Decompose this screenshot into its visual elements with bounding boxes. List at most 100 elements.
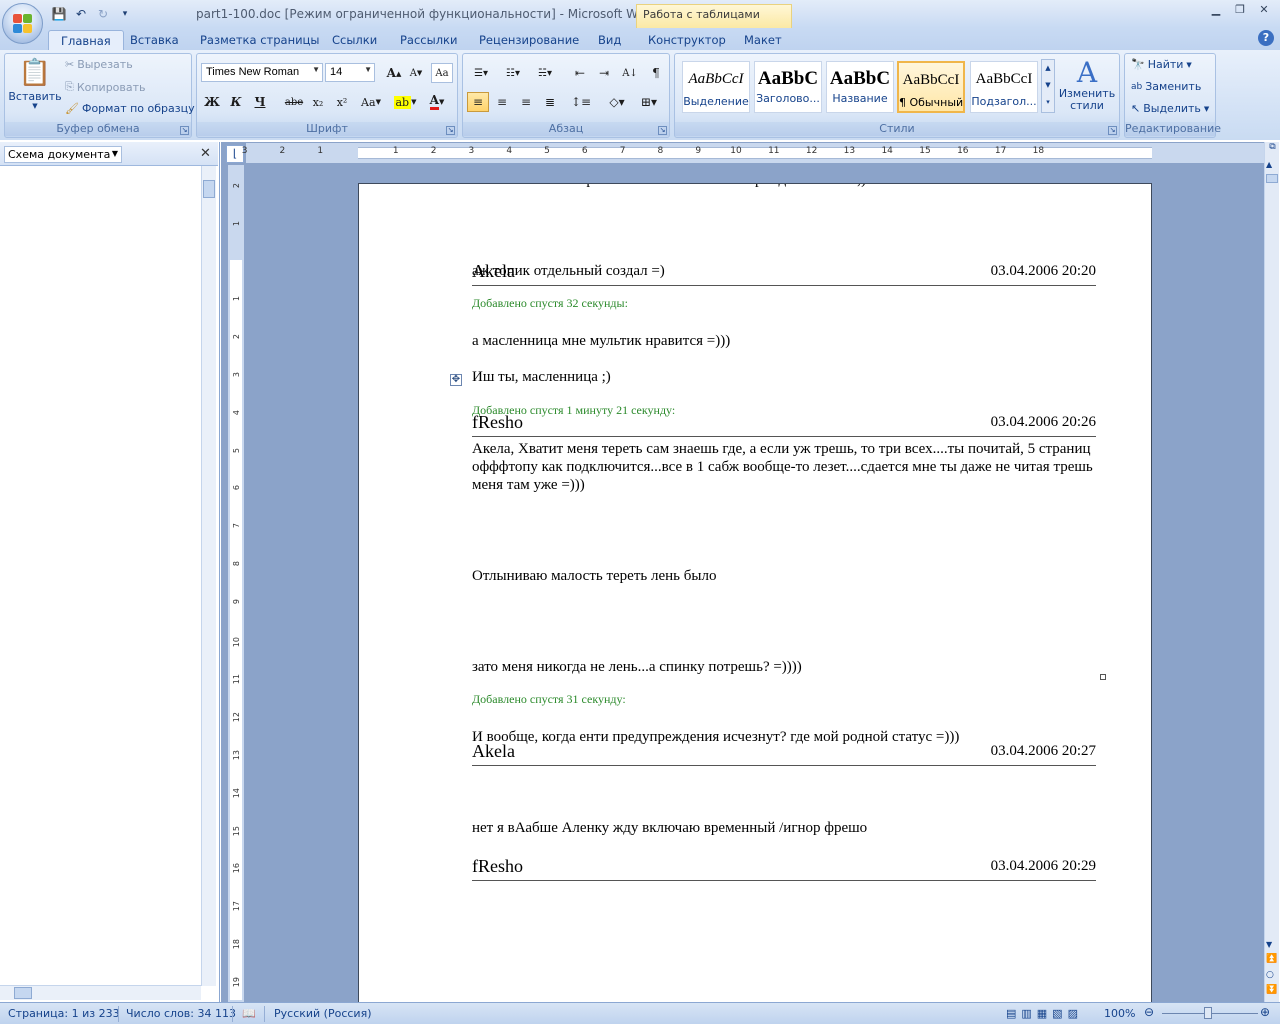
style-title[interactable]: AaBbC Название — [826, 61, 894, 113]
ruler-tick-label: 8 — [657, 146, 664, 156]
ruler-tick-label: 1 — [232, 296, 241, 302]
underline-button[interactable]: Ч — [249, 92, 271, 112]
increase-indent-icon[interactable]: ⇥ — [593, 63, 615, 83]
borders-icon[interactable]: ⊞▾ — [635, 92, 663, 112]
style-subtitle[interactable]: AaBbCcI Подзагол... — [970, 61, 1038, 113]
tab-design[interactable]: Конструктор — [636, 30, 738, 50]
document-page[interactable]: Akela03.04.2006 20:20ФЛуд обо всемЭтот п… — [358, 183, 1152, 1013]
subscript-button[interactable]: x₂ — [307, 92, 329, 112]
horizontal-ruler[interactable]: 3 2 1 1 2 3 4 5 6 7 8 9 10 11 12 13 14 15 16 17 18 — [242, 143, 1264, 163]
table-move-handle-icon[interactable]: ✥ — [450, 374, 462, 386]
numbering-icon[interactable]: ☷▾ — [499, 63, 527, 83]
next-page-icon: ⏬ — [1266, 985, 1278, 995]
dialog-launcher-icon[interactable]: ↘ — [180, 126, 189, 135]
bullets-icon[interactable]: ☰▾ — [467, 63, 495, 83]
find-button[interactable]: 🔭 Найти ▼ — [1131, 58, 1192, 71]
table-resize-handle[interactable] — [1100, 674, 1106, 680]
justify-icon[interactable]: ≣ — [539, 92, 561, 112]
binoculars-icon: 🔭 — [1131, 58, 1145, 71]
styles-gallery-scroll[interactable]: ▲ ▼ ▾ — [1041, 59, 1055, 113]
sort-icon[interactable]: A↓ — [619, 63, 641, 83]
office-button[interactable] — [2, 3, 43, 44]
minimize-icon[interactable]: ▁ — [1208, 3, 1224, 17]
ruler-tick-label: 17 — [232, 901, 241, 912]
ruler-tick-label: 1 — [317, 146, 324, 156]
superscript-button[interactable]: x² — [331, 92, 353, 112]
ruler-tick-label: 12 — [232, 712, 241, 723]
font-name-combo[interactable]: Times New Roman ▼ — [201, 63, 323, 82]
change-case-button[interactable]: Aa ▼ — [357, 92, 385, 112]
tab-review[interactable]: Рецензирование — [467, 30, 591, 50]
post-text: Акела, Хватит меня тереть сам знаешь где… — [472, 441, 1093, 493]
style-emphasis[interactable]: AaBbCcI Выделение — [682, 61, 750, 113]
tab-home[interactable]: Главная — [48, 30, 124, 50]
italic-button[interactable]: К — [225, 92, 247, 112]
strikethrough-button[interactable]: abe — [283, 92, 305, 112]
grow-font-button[interactable]: A ▲ — [383, 63, 405, 83]
tab-layout[interactable]: Макет — [732, 30, 794, 50]
pilcrow-icon[interactable]: ¶ — [645, 63, 667, 83]
bold-button[interactable]: Ж — [201, 92, 223, 112]
page-count[interactable]: Страница: 1 из 233 — [8, 1007, 120, 1020]
close-icon[interactable]: ✕ — [1256, 3, 1272, 17]
ruler-tick-label: 9 — [695, 146, 702, 156]
align-center-icon[interactable]: ≡ — [491, 92, 513, 112]
document-vertical-scrollbar[interactable]: ⧉ ▲ ▼ ⏫ ○ ⏬ — [1264, 142, 1279, 1002]
scissors-icon: ✂ — [65, 58, 75, 71]
dialog-launcher-icon[interactable]: ↘ — [446, 126, 455, 135]
help-icon[interactable]: ? — [1258, 30, 1274, 46]
document-map-vertical-scrollbar[interactable] — [201, 166, 216, 986]
language-indicator[interactable]: Русский (Россия) — [274, 1007, 372, 1020]
document-map-view-select[interactable]: Схема документа ▼ — [4, 146, 122, 163]
save-icon[interactable]: 💾 — [50, 5, 68, 23]
tab-references[interactable]: Ссылки — [320, 30, 389, 50]
clipboard-group-label: Буфер обмена — [5, 122, 191, 136]
close-pane-icon[interactable]: ✕ — [200, 146, 211, 161]
zoom-in-icon[interactable]: ⊕ — [1260, 1005, 1270, 1019]
shading-icon[interactable]: ◇▾ — [603, 92, 631, 112]
zoom-level[interactable]: 100% — [1104, 1007, 1135, 1020]
style-normal[interactable]: AaBbCcI ¶ Обычный — [897, 61, 965, 113]
ruler-tick-label: 13 — [843, 146, 856, 156]
word-count[interactable]: Число слов: 34 113 — [126, 1007, 236, 1020]
vertical-ruler[interactable]: 2 1 1 2 3 4 5 6 7 8 9 10 11 12 13 14 15 16 17 18 19 — [228, 165, 244, 1002]
select-button[interactable]: ↖ Выделить ▼ — [1131, 102, 1209, 115]
ruler-tick-label: 5 — [544, 146, 550, 156]
zoom-out-icon[interactable]: ⊖ — [1144, 1005, 1154, 1019]
replace-button[interactable]: ab Заменить — [1131, 80, 1201, 93]
undo-icon[interactable]: ↶ — [72, 5, 90, 23]
redo-icon[interactable]: ↻ — [94, 5, 112, 23]
line-spacing-icon[interactable]: ↕≡ — [567, 92, 595, 112]
align-left-icon[interactable]: ≡ — [467, 92, 489, 112]
font-color-button[interactable]: A ▼ — [423, 92, 451, 112]
zoom-slider-thumb[interactable] — [1204, 1007, 1212, 1019]
shrink-font-button[interactable]: A ▼ — [405, 63, 427, 83]
format-painter-button[interactable]: 🖌 Формат по образцу — [65, 102, 195, 115]
tab-view[interactable]: Вид — [586, 30, 633, 50]
customize-qat-icon[interactable]: ▾ — [116, 5, 134, 23]
tab-mailings[interactable]: Рассылки — [388, 30, 469, 50]
dialog-launcher-icon[interactable]: ↘ — [658, 126, 667, 135]
scroll-thumb — [1266, 174, 1278, 183]
clear-formatting-icon[interactable]: Aa — [431, 63, 453, 83]
cut-button[interactable]: ✂ Вырезать — [65, 58, 133, 71]
proofing-icon[interactable]: 📖 — [242, 1007, 256, 1020]
style-heading[interactable]: AaBbC Заголово... — [754, 61, 822, 113]
ruler-tick-label: 10 — [232, 636, 241, 647]
paste-button[interactable]: 📋 Вставить ▼ — [8, 58, 61, 110]
restore-icon[interactable]: ❐ — [1232, 3, 1248, 17]
view-buttons[interactable]: ▤▥▦▧▨ — [1006, 1007, 1083, 1020]
tab-page-layout[interactable]: Разметка страницы — [188, 30, 331, 50]
brush-icon: 🖌 — [65, 102, 79, 115]
multilevel-list-icon[interactable]: ☵▾ — [531, 63, 559, 83]
change-styles-button[interactable]: A Изменить стили — [1058, 58, 1116, 112]
document-map-horizontal-scrollbar[interactable] — [0, 985, 201, 1000]
tab-insert[interactable]: Вставка — [118, 30, 191, 50]
align-right-icon[interactable]: ≡ — [515, 92, 537, 112]
decrease-indent-icon[interactable]: ⇤ — [569, 63, 591, 83]
dialog-launcher-icon[interactable]: ↘ — [1108, 126, 1117, 135]
highlight-color-button[interactable]: ab ▼ — [391, 92, 419, 112]
copy-button[interactable]: ⎘ Копировать — [65, 80, 146, 94]
ruler-tick-label: 19 — [232, 976, 241, 987]
font-size-combo[interactable]: 14 ▼ — [325, 63, 375, 82]
